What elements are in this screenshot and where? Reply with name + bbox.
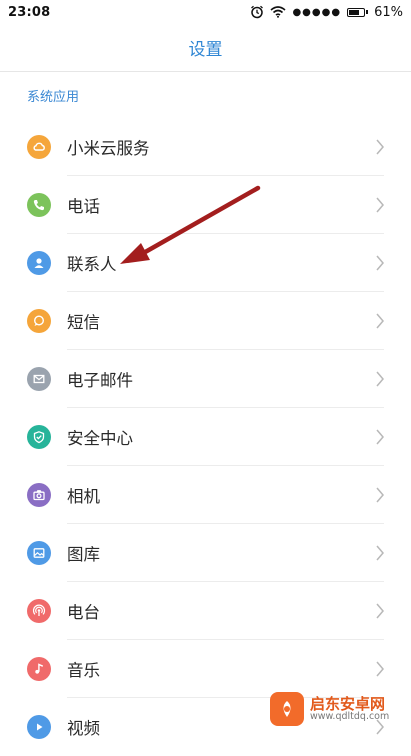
list-item-mi-cloud[interactable]: 小米云服务 bbox=[0, 118, 411, 176]
radio-icon bbox=[27, 599, 51, 623]
list-item-camera[interactable]: 相机 bbox=[0, 466, 411, 524]
message-icon bbox=[27, 309, 51, 333]
chevron-right-icon bbox=[376, 371, 384, 387]
battery-icon bbox=[347, 7, 369, 17]
phone-icon bbox=[27, 193, 51, 217]
chevron-right-icon bbox=[376, 661, 384, 677]
signal-icon: ●●●●● bbox=[292, 6, 342, 18]
chevron-right-icon bbox=[376, 487, 384, 503]
chevron-right-icon bbox=[376, 603, 384, 619]
chevron-right-icon bbox=[376, 197, 384, 213]
watermark-url: www.qdltdq.com bbox=[310, 711, 390, 723]
settings-list: 小米云服务 电话 联系人 短信 电子邮件 安全中心 相机 图库 电台 音乐 视频 bbox=[0, 118, 411, 756]
list-item-radio[interactable]: 电台 bbox=[0, 582, 411, 640]
chevron-right-icon bbox=[376, 139, 384, 155]
title-bar: 设置 bbox=[0, 24, 411, 72]
item-label: 音乐 bbox=[67, 661, 100, 680]
list-item-security-center[interactable]: 安全中心 bbox=[0, 408, 411, 466]
list-item-gallery[interactable]: 图库 bbox=[0, 524, 411, 582]
section-header: 系统应用 bbox=[27, 90, 80, 105]
chevron-right-icon bbox=[376, 545, 384, 561]
list-item-phone[interactable]: 电话 bbox=[0, 176, 411, 234]
page-title: 设置 bbox=[188, 40, 223, 60]
battery-percentage: 61% bbox=[374, 4, 403, 20]
list-item-messages[interactable]: 短信 bbox=[0, 292, 411, 350]
wifi-icon bbox=[270, 6, 286, 18]
watermark: 启东安卓网 www.qdltdq.com bbox=[270, 688, 411, 730]
chevron-right-icon bbox=[376, 429, 384, 445]
item-label: 短信 bbox=[67, 313, 100, 332]
item-label: 联系人 bbox=[67, 255, 117, 274]
item-label: 电话 bbox=[67, 197, 100, 216]
item-label: 相机 bbox=[67, 487, 100, 506]
item-label: 视频 bbox=[67, 719, 100, 738]
item-label: 图库 bbox=[67, 545, 100, 564]
alarm-icon bbox=[250, 5, 264, 19]
item-label: 电台 bbox=[67, 603, 100, 622]
mail-icon bbox=[27, 367, 51, 391]
gallery-icon bbox=[27, 541, 51, 565]
watermark-logo-icon bbox=[270, 692, 304, 726]
shield-icon bbox=[27, 425, 51, 449]
camera-icon bbox=[27, 483, 51, 507]
status-bar: 23:08 ●●●●● 61% bbox=[0, 0, 411, 24]
list-item-email[interactable]: 电子邮件 bbox=[0, 350, 411, 408]
list-item-contacts[interactable]: 联系人 bbox=[0, 234, 411, 292]
chevron-right-icon bbox=[376, 255, 384, 271]
music-icon bbox=[27, 657, 51, 681]
item-label: 小米云服务 bbox=[67, 139, 150, 158]
watermark-title: 启东安卓网 bbox=[310, 694, 386, 713]
item-label: 安全中心 bbox=[67, 429, 133, 448]
item-label: 电子邮件 bbox=[67, 371, 133, 390]
status-time: 23:08 bbox=[8, 4, 51, 20]
cloud-icon bbox=[27, 135, 51, 159]
status-icons: ●●●●● 61% bbox=[250, 5, 403, 20]
person-icon bbox=[27, 251, 51, 275]
chevron-right-icon bbox=[376, 313, 384, 329]
video-icon bbox=[27, 715, 51, 739]
